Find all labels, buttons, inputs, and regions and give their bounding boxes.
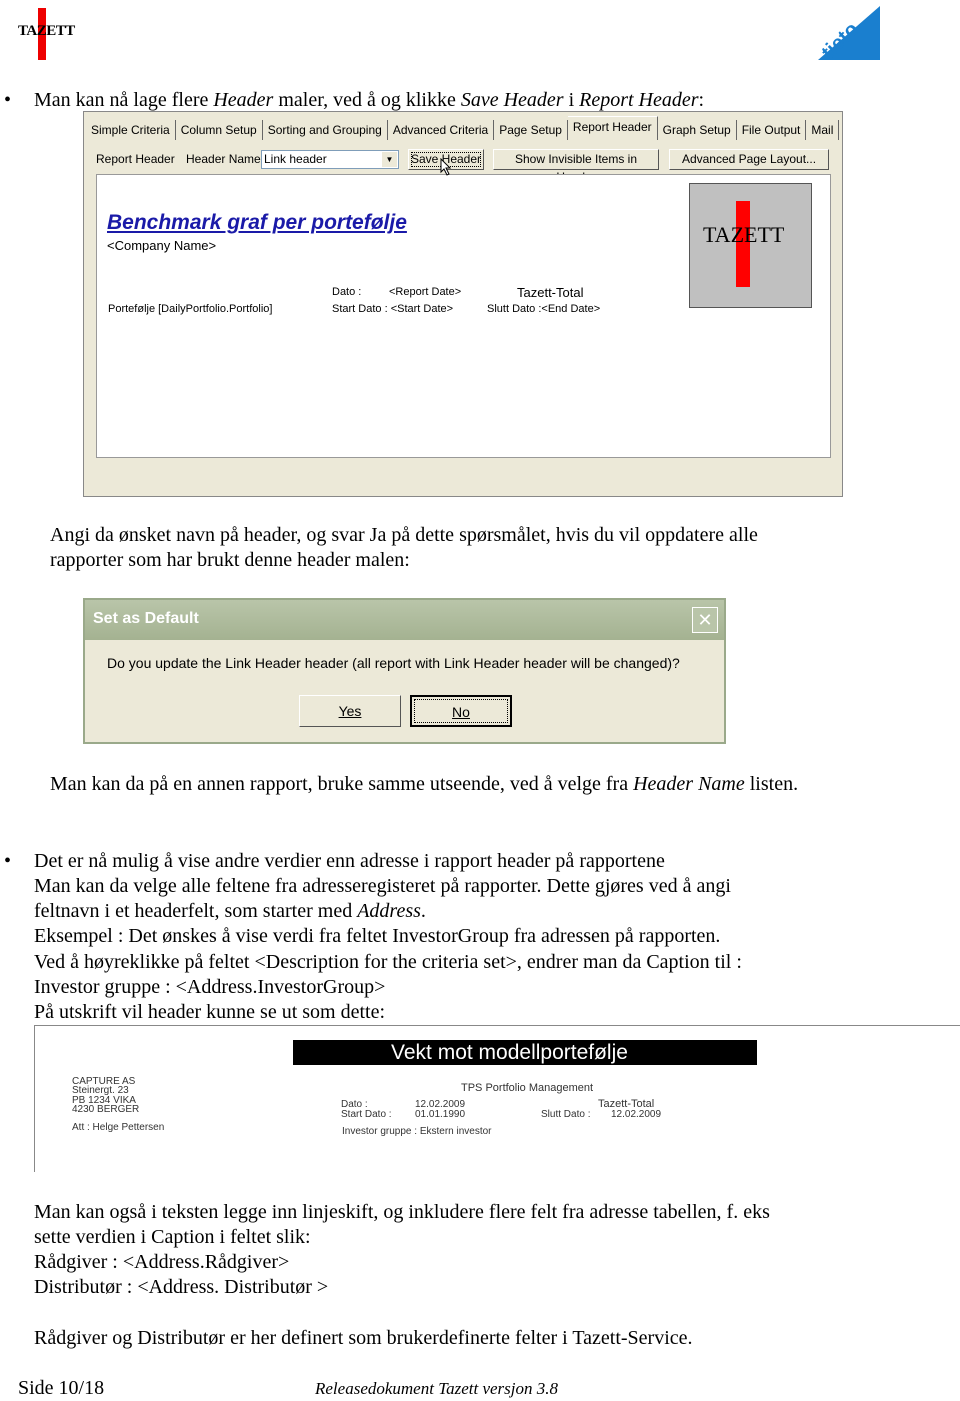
start-date-field[interactable]: Start Dato : <Start Date> [332,303,453,315]
company-name-field[interactable]: <Company Name> [107,238,216,253]
print-slutt-label: Slutt Dato : [541,1109,591,1120]
print-start: 01.01.1990 [415,1109,466,1120]
tab-mail[interactable]: Mail [806,120,840,140]
close-icon[interactable]: ✕ [692,607,718,633]
tab-simple-criteria[interactable]: Simple Criteria [86,120,176,140]
show-invisible-items-button[interactable]: Show Invisible Items in Header [493,149,659,184]
bullet2-line5: Ved å høyreklikke på feltet <Description… [34,951,742,973]
para3-line: Rådgiver : <Address.Rådgiver> [34,1251,290,1273]
para1-line1: Angi da ønsket navn på header, og svar J… [50,524,758,546]
address-line: 4230 BERGER [72,1104,140,1115]
tazett-total-field[interactable]: Tazett-Total [517,285,583,300]
report-header-label: Report Header [96,152,175,166]
report-title[interactable]: Benchmark graf per portefølje [107,211,407,235]
print-company: TPS Portfolio Management [461,1082,594,1094]
report-setup-window: Simple Criteria Column Setup Sorting and… [83,111,843,497]
bullet1-text: Man kan nå lage flere Header maler, ved … [34,89,705,111]
tab-advanced-criteria[interactable]: Advanced Criteria [387,120,495,140]
bullet-icon: • [4,89,12,111]
tab-bar: Simple Criteria Column Setup Sorting and… [84,112,842,140]
chevron-down-icon[interactable]: ▼ [382,152,397,167]
para2: Man kan da på en annen rapport, bruke sa… [50,773,799,795]
attention-line: Att : Helge Pettersen [72,1122,165,1133]
dialog-title: Set as Default [85,600,724,640]
bullet2-line6: Investor gruppe : <Address.InvestorGroup… [34,976,386,998]
print-slutt: 12.02.2009 [611,1109,662,1120]
print-title: Vekt mot modellportefølje [293,1040,757,1065]
header-preview: Benchmark graf per portefølje <Company N… [96,174,831,458]
tab-sorting-grouping[interactable]: Sorting and Grouping [262,120,388,140]
tab-column-setup[interactable]: Column Setup [175,120,263,140]
bullet2-line4: Eksempel : Det ønskes å vise verdi fra f… [34,925,721,947]
page-number: Side 10/18 [18,1377,105,1399]
header-name-select[interactable]: Link header ▼ [261,150,399,169]
tieto-logo: tieto [818,6,880,60]
para3-line: sette verdien i Caption i feltet slik: [34,1226,311,1248]
footer-doc-title: Releasedokument Tazett versjon 3.8 [315,1379,558,1398]
header-name-label: Header Name [186,152,261,166]
tab-page-setup[interactable]: Page Setup [494,120,568,140]
bullet2-line3: feltnavn i et headerfelt, som starter me… [34,900,426,922]
bullet-icon: • [4,850,12,872]
tazett-logo: TAZETT [18,8,80,60]
tab-file-output[interactable]: File Output [736,120,807,140]
bullet2-line2: Man kan da velge alle feltene fra adress… [34,875,731,897]
no-button[interactable]: No [410,695,512,727]
para1-line2: rapporter som har brukt denne header mal… [50,549,410,571]
set-as-default-dialog: Set as Default ✕ Do you update the Link … [83,598,726,744]
print-investor: Investor gruppe : Ekstern investor [342,1126,492,1137]
para4: Rådgiver og Distributør er her definert … [34,1327,693,1349]
yes-button[interactable]: Yes [299,695,401,727]
report-date-field[interactable]: <Report Date> [389,286,461,298]
bullet2-line7: På utskrift vil header kunne se ut som d… [34,1001,386,1023]
print-start-label: Start Dato : [341,1109,392,1120]
para3-line: Man kan også i teksten legge inn linjesk… [34,1201,770,1223]
bullet2-line1: Det er nå mulig å vise andre verdier enn… [34,850,665,872]
para3-line: Distributør : <Address. Distributør > [34,1276,329,1298]
printed-header-preview: Vekt mot modellportefølje CAPTURE AS Ste… [34,1025,960,1172]
portfolio-field[interactable]: Portefølje [DailyPortfolio.Portfolio] [108,303,272,315]
dato-label[interactable]: Dato : [332,286,361,298]
mouse-cursor-icon [440,158,452,176]
dialog-message: Do you update the Link Header header (al… [107,655,680,671]
advanced-page-layout-button[interactable]: Advanced Page Layout... [669,149,829,170]
end-date-field[interactable]: Slutt Dato :<End Date> [487,303,600,315]
logo-image-field[interactable]: TAZETT [689,183,812,308]
tab-report-header[interactable]: Report Header [567,116,658,140]
tab-graph-setup[interactable]: Graph Setup [657,120,737,140]
